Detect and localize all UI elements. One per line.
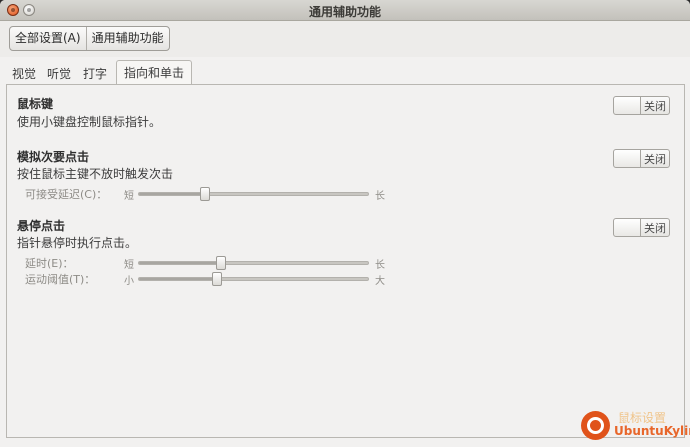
ubuntu-logo-icon [581,411,610,440]
slider-max-label: 长 [375,260,385,271]
slider-thumb[interactable] [200,187,211,201]
switch-state-label: 关闭 [644,152,666,166]
mouse-keys-description: 使用小键盘控制鼠标指针。 [17,115,162,129]
tab-seeing[interactable]: 视觉 [10,64,38,85]
slider-thumb[interactable] [216,256,227,270]
slider-min-label: 小 [124,276,134,287]
toolbar: 全部设置(A) 通用辅助功能 [0,21,690,57]
watermark-brand: UbuntuKylin [614,424,690,438]
slider-max-label: 大 [375,276,385,287]
delay-slider[interactable] [138,256,369,270]
switch-state-label: 关闭 [644,99,666,113]
motion-threshold-slider[interactable] [138,272,369,286]
breadcrumb-universal-access[interactable]: 通用辅助功能 [85,27,169,50]
tab-bar: 视觉 听觉 打字 指向和单击 [0,60,690,85]
breadcrumb: 全部设置(A) 通用辅助功能 [9,26,170,51]
title-bar[interactable]: 通用辅助功能 [0,0,690,21]
acceptance-delay-row: 可接受延迟(C)： 短 长 [7,186,686,202]
settings-window: 通用辅助功能 全部设置(A) 通用辅助功能 视觉 听觉 打字 指向和单击 鼠标键… [0,0,690,447]
window-title: 通用辅助功能 [308,5,381,19]
tab-panel-pointing-clicking: 鼠标键 使用小键盘控制鼠标指针。 关闭 模拟次要点击 按住鼠标主键不放时触发次击… [6,84,685,438]
breadcrumb-all-settings[interactable]: 全部设置(A) [10,27,86,50]
motion-threshold-label: 运动阈值(T)： [25,273,96,286]
slider-fill [139,262,222,264]
hover-click-switch[interactable]: 关闭 [613,218,670,237]
tab-hearing[interactable]: 听觉 [45,64,73,85]
acceptance-delay-label: 可接受延迟(C)： [25,188,108,201]
slider-fill [139,278,217,280]
switch-knob [614,150,641,167]
slider-max-label: 长 [375,191,385,202]
delay-row: 延时(E)： 短 长 [7,255,686,271]
secondary-click-title: 模拟次要点击 [17,150,90,164]
secondary-click-switch[interactable]: 关闭 [613,149,670,168]
tab-pointing-clicking[interactable]: 指向和单击 [116,60,192,85]
slider-thumb[interactable] [211,272,222,286]
motion-threshold-row: 运动阈值(T)： 小 大 [7,271,686,287]
hover-click-description: 指针悬停时执行点击。 [17,236,138,250]
tab-typing[interactable]: 打字 [81,64,109,85]
delay-label: 延时(E)： [25,257,74,270]
slider-fill [139,193,206,195]
hover-click-title: 悬停点击 [17,219,66,233]
mouse-keys-title: 鼠标键 [17,97,54,111]
acceptance-delay-slider[interactable] [138,187,369,201]
switch-knob [614,219,641,236]
secondary-click-description: 按住鼠标主键不放时触发次击 [17,167,174,181]
switch-knob [614,97,641,114]
switch-state-label: 关闭 [644,221,666,235]
slider-min-label: 短 [124,191,134,202]
slider-min-label: 短 [124,260,134,271]
mouse-keys-switch[interactable]: 关闭 [613,96,670,115]
